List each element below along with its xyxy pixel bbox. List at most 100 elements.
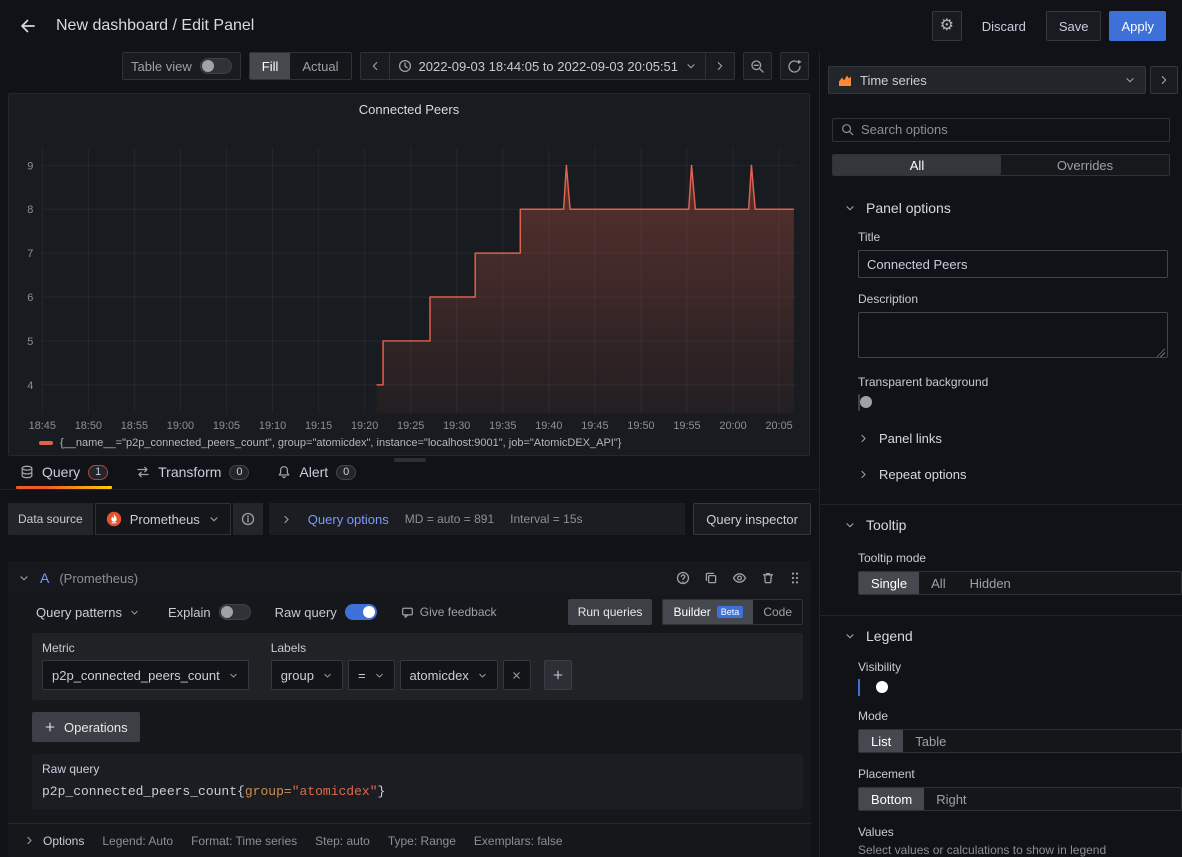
options-type-summary: Type: Range [388,834,456,848]
svg-text:19:20: 19:20 [351,420,378,432]
eye-icon[interactable] [732,571,747,585]
database-icon [20,465,34,479]
time-forward-button[interactable] [706,52,735,80]
tab-query[interactable]: Query 1 [8,464,120,489]
query-ref-id: A [40,570,49,586]
raw-query-section-label: Raw query [42,762,793,776]
discard-button[interactable]: Discard [970,11,1038,41]
tab-all[interactable]: All [833,155,1001,175]
label-operator-value: = [358,668,366,683]
time-range-button[interactable]: 2022-09-03 18:44:05 to 2022-09-03 20:05:… [390,52,707,80]
repeat-options-label: Repeat options [879,467,966,482]
chevron-right-icon [24,835,35,846]
query-patterns-button[interactable]: Query patterns [32,605,144,620]
transparent-bg-label: Transparent background [820,375,1182,389]
legend-mode-table[interactable]: Table [903,730,958,752]
svg-text:19:45: 19:45 [581,420,608,432]
view-mode-actual[interactable]: Actual [290,53,350,79]
view-mode-fill[interactable]: Fill [250,53,291,79]
legend-placement-bottom[interactable]: Bottom [859,788,924,810]
panel-title-input[interactable] [858,250,1168,278]
legend-section[interactable]: Legend [820,628,1182,644]
datasource-info-button[interactable] [233,503,263,535]
back-button[interactable] [12,10,44,42]
textarea-resize-handle[interactable] [1156,348,1165,357]
panel-description-textarea[interactable] [858,312,1168,358]
label-value-select[interactable]: atomicdex [400,660,498,690]
apply-button[interactable]: Apply [1109,11,1166,41]
app-header: New dashboard / Edit Panel ⚙ Discard Sav… [0,0,1182,52]
zoom-out-icon [750,59,765,74]
raw-query-toggle-label: Raw query [275,605,337,620]
bell-icon [277,465,291,479]
label-name-select[interactable]: group [271,660,343,690]
refresh-button[interactable] [780,52,809,80]
tooltip-all-option[interactable]: All [919,572,957,594]
metric-select[interactable]: p2p_connected_peers_count [42,660,249,690]
label-operator-select[interactable]: = [348,660,395,690]
svg-text:8: 8 [27,204,33,216]
svg-text:19:40: 19:40 [535,420,562,432]
chart-legend[interactable]: {__name__="p2p_connected_peers_count", g… [9,437,809,455]
explain-toggle[interactable] [219,604,251,620]
tooltip-section[interactable]: Tooltip [820,517,1182,533]
query-builder-toolbar: Query patterns Explain Raw query Give fe… [32,597,803,627]
panel-links-section[interactable]: Panel links [820,422,1182,454]
builder-mode-option[interactable]: Builder Beta [663,600,753,624]
chevron-down-icon [685,60,697,72]
table-view-toggle[interactable] [200,58,232,74]
time-back-button[interactable] [360,52,390,80]
tab-transform[interactable]: Transform 0 [124,464,261,489]
add-label-button[interactable] [544,660,572,690]
code-mode-option[interactable]: Code [753,600,802,624]
legend-visibility-toggle[interactable] [858,679,860,696]
explain-label: Explain [168,605,211,620]
panel-options-section[interactable]: Panel options [820,200,1182,216]
timeseries-viz-icon [838,73,852,87]
legend-mode-list[interactable]: List [859,730,903,752]
options-collapse[interactable]: Options [24,834,84,848]
raw-query-toggle[interactable] [345,604,377,620]
legend-placement-right[interactable]: Right [924,788,978,810]
drag-handle-icon[interactable] [789,571,801,585]
tab-overrides[interactable]: Overrides [1001,155,1169,175]
svg-text:4: 4 [27,380,33,392]
table-view-control: Table view [122,52,241,80]
chevron-down-icon[interactable] [18,572,30,584]
visualization-picker[interactable]: Time series [828,66,1146,94]
panel-settings-button[interactable]: ⚙ [932,11,962,41]
help-icon[interactable] [676,571,690,585]
tab-query-count: 1 [88,465,108,480]
repeat-options-section[interactable]: Repeat options [820,458,1182,490]
legend-placement-label: Placement [820,767,1182,781]
datasource-picker[interactable]: Prometheus [95,503,231,535]
legend-label: {__name__="p2p_connected_peers_count", g… [60,437,621,449]
tooltip-single-option[interactable]: Single [859,572,919,594]
query-options-bar[interactable]: Query options MD = auto = 891 Interval =… [269,503,685,535]
query-inspector-button[interactable]: Query inspector [693,503,811,535]
legend-values-label: Values [820,825,1182,839]
svg-text:18:50: 18:50 [75,420,102,432]
sidebar-collapse-button[interactable] [1150,66,1178,94]
give-feedback-button[interactable]: Give feedback [401,605,497,619]
builder-label: Builder [673,605,710,619]
tooltip-hidden-option[interactable]: Hidden [958,572,1023,594]
raw-query-eq-token: = [284,784,292,799]
transparent-bg-toggle[interactable] [858,394,860,411]
chevron-right-icon [1158,74,1170,86]
options-search-input[interactable] [861,122,1161,137]
raw-query-code: p2p_connected_peers_count{group="atomicd… [42,784,793,799]
view-mode-group: Fill Actual [249,52,352,80]
remove-label-button[interactable] [503,660,531,690]
pane-resize-handle[interactable] [0,456,819,464]
raw-query-label-token: group [245,784,284,799]
run-queries-button[interactable]: Run queries [568,599,653,625]
query-header-row[interactable]: A (Prometheus) [8,561,811,595]
trash-icon[interactable] [761,571,775,585]
zoom-out-button[interactable] [743,52,772,80]
timeseries-chart[interactable]: 18:4518:5018:5519:0019:0519:1019:1519:20… [9,122,809,437]
duplicate-icon[interactable] [704,571,718,585]
save-button[interactable]: Save [1046,11,1102,41]
add-operation-button[interactable]: Operations [32,712,140,742]
tab-alert[interactable]: Alert 0 [265,464,368,489]
